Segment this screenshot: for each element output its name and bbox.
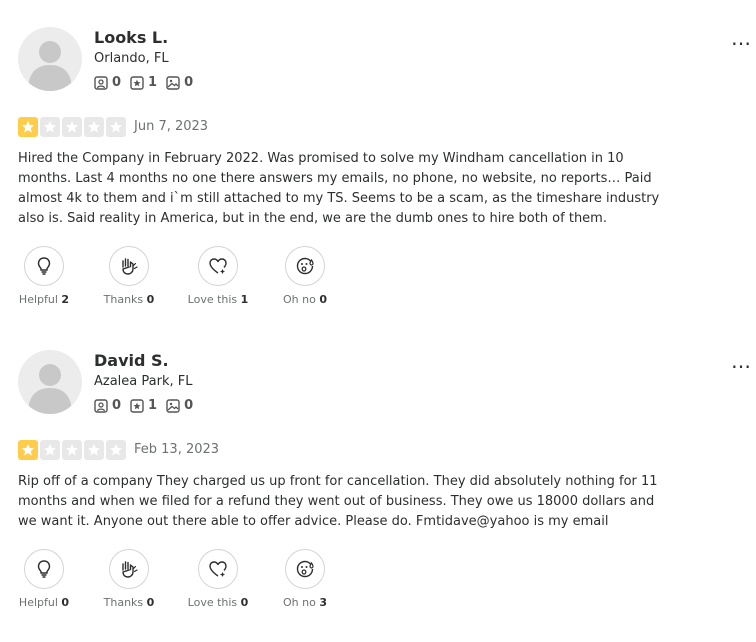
reviewer-stats: 0 1 0 (94, 398, 202, 413)
oh-no-button[interactable] (285, 549, 325, 589)
star-icon (84, 440, 104, 460)
friends-count: 0 (112, 75, 122, 90)
helpful-button[interactable] (24, 246, 64, 286)
love-this-button[interactable] (198, 549, 238, 589)
love-this-label: Love this 1 (187, 293, 249, 306)
love-heart-icon (209, 258, 227, 274)
more-options-icon[interactable]: … (731, 28, 752, 48)
reviewer-location: Azalea Park, FL (94, 374, 193, 389)
star-icon (106, 117, 126, 137)
oh-no-label: Oh no 0 (283, 293, 327, 306)
star-rating (18, 440, 126, 460)
lightbulb-icon (37, 257, 51, 275)
star-icon (40, 117, 60, 137)
star-icon (40, 440, 60, 460)
star-icon (18, 117, 38, 137)
thanks-button[interactable] (109, 549, 149, 589)
friends-count: 0 (112, 398, 122, 413)
user-avatar[interactable] (18, 27, 82, 91)
star-icon (84, 117, 104, 137)
thanks-label: Thanks 0 (103, 596, 155, 609)
helpful-label: Helpful 2 (18, 293, 70, 306)
love-this-label: Love this 0 (187, 596, 249, 609)
helpful-label: Helpful 0 (18, 596, 70, 609)
helpful-reaction[interactable]: Helpful 0 (18, 549, 70, 609)
photos-count: 0 (184, 398, 194, 413)
oh-no-label: Oh no 3 (283, 596, 327, 609)
lightbulb-icon (37, 560, 51, 578)
reviewer-name[interactable]: David S. (94, 351, 169, 370)
love-this-reaction[interactable]: Love this 1 (186, 246, 250, 306)
star-rating (18, 117, 126, 137)
thanks-reaction[interactable]: Thanks 0 (102, 549, 156, 609)
thanks-label: Thanks 0 (103, 293, 155, 306)
friends-icon (94, 75, 108, 90)
user-avatar[interactable] (18, 350, 82, 414)
star-icon (62, 117, 82, 137)
oh-no-face-icon (296, 560, 314, 578)
star-icon (62, 440, 82, 460)
oh-no-button[interactable] (285, 246, 325, 286)
photos-count: 0 (184, 75, 194, 90)
oh-no-reaction[interactable]: Oh no 3 (280, 549, 330, 609)
love-this-button[interactable] (198, 246, 238, 286)
star-icon (106, 440, 126, 460)
photo-icon (166, 75, 180, 90)
thanks-button[interactable] (109, 246, 149, 286)
photo-icon (166, 398, 180, 413)
review-star-icon (130, 75, 144, 90)
reviewer-name[interactable]: Looks L. (94, 28, 168, 47)
reviewer-stats: 0 1 0 (94, 75, 202, 90)
oh-no-reaction[interactable]: Oh no 0 (280, 246, 330, 306)
love-heart-icon (209, 561, 227, 577)
review-text: Hired the Company in February 2022. Was … (18, 151, 660, 226)
reviewer-location: Orlando, FL (94, 51, 169, 66)
thanks-hands-icon (122, 258, 138, 275)
review-text: Rip off of a company They charged us up … (18, 474, 658, 529)
oh-no-face-icon (296, 257, 314, 275)
helpful-button[interactable] (24, 549, 64, 589)
friends-icon (94, 398, 108, 413)
star-icon (18, 440, 38, 460)
more-options-icon[interactable]: … (731, 351, 752, 371)
helpful-reaction[interactable]: Helpful 2 (18, 246, 70, 306)
thanks-hands-icon (122, 561, 138, 578)
review-date: Jun 7, 2023 (134, 119, 209, 134)
reviews-count: 1 (148, 398, 158, 413)
review-date: Feb 13, 2023 (134, 442, 220, 457)
review-star-icon (130, 398, 144, 413)
reviews-count: 1 (148, 75, 158, 90)
thanks-reaction[interactable]: Thanks 0 (102, 246, 156, 306)
love-this-reaction[interactable]: Love this 0 (186, 549, 250, 609)
